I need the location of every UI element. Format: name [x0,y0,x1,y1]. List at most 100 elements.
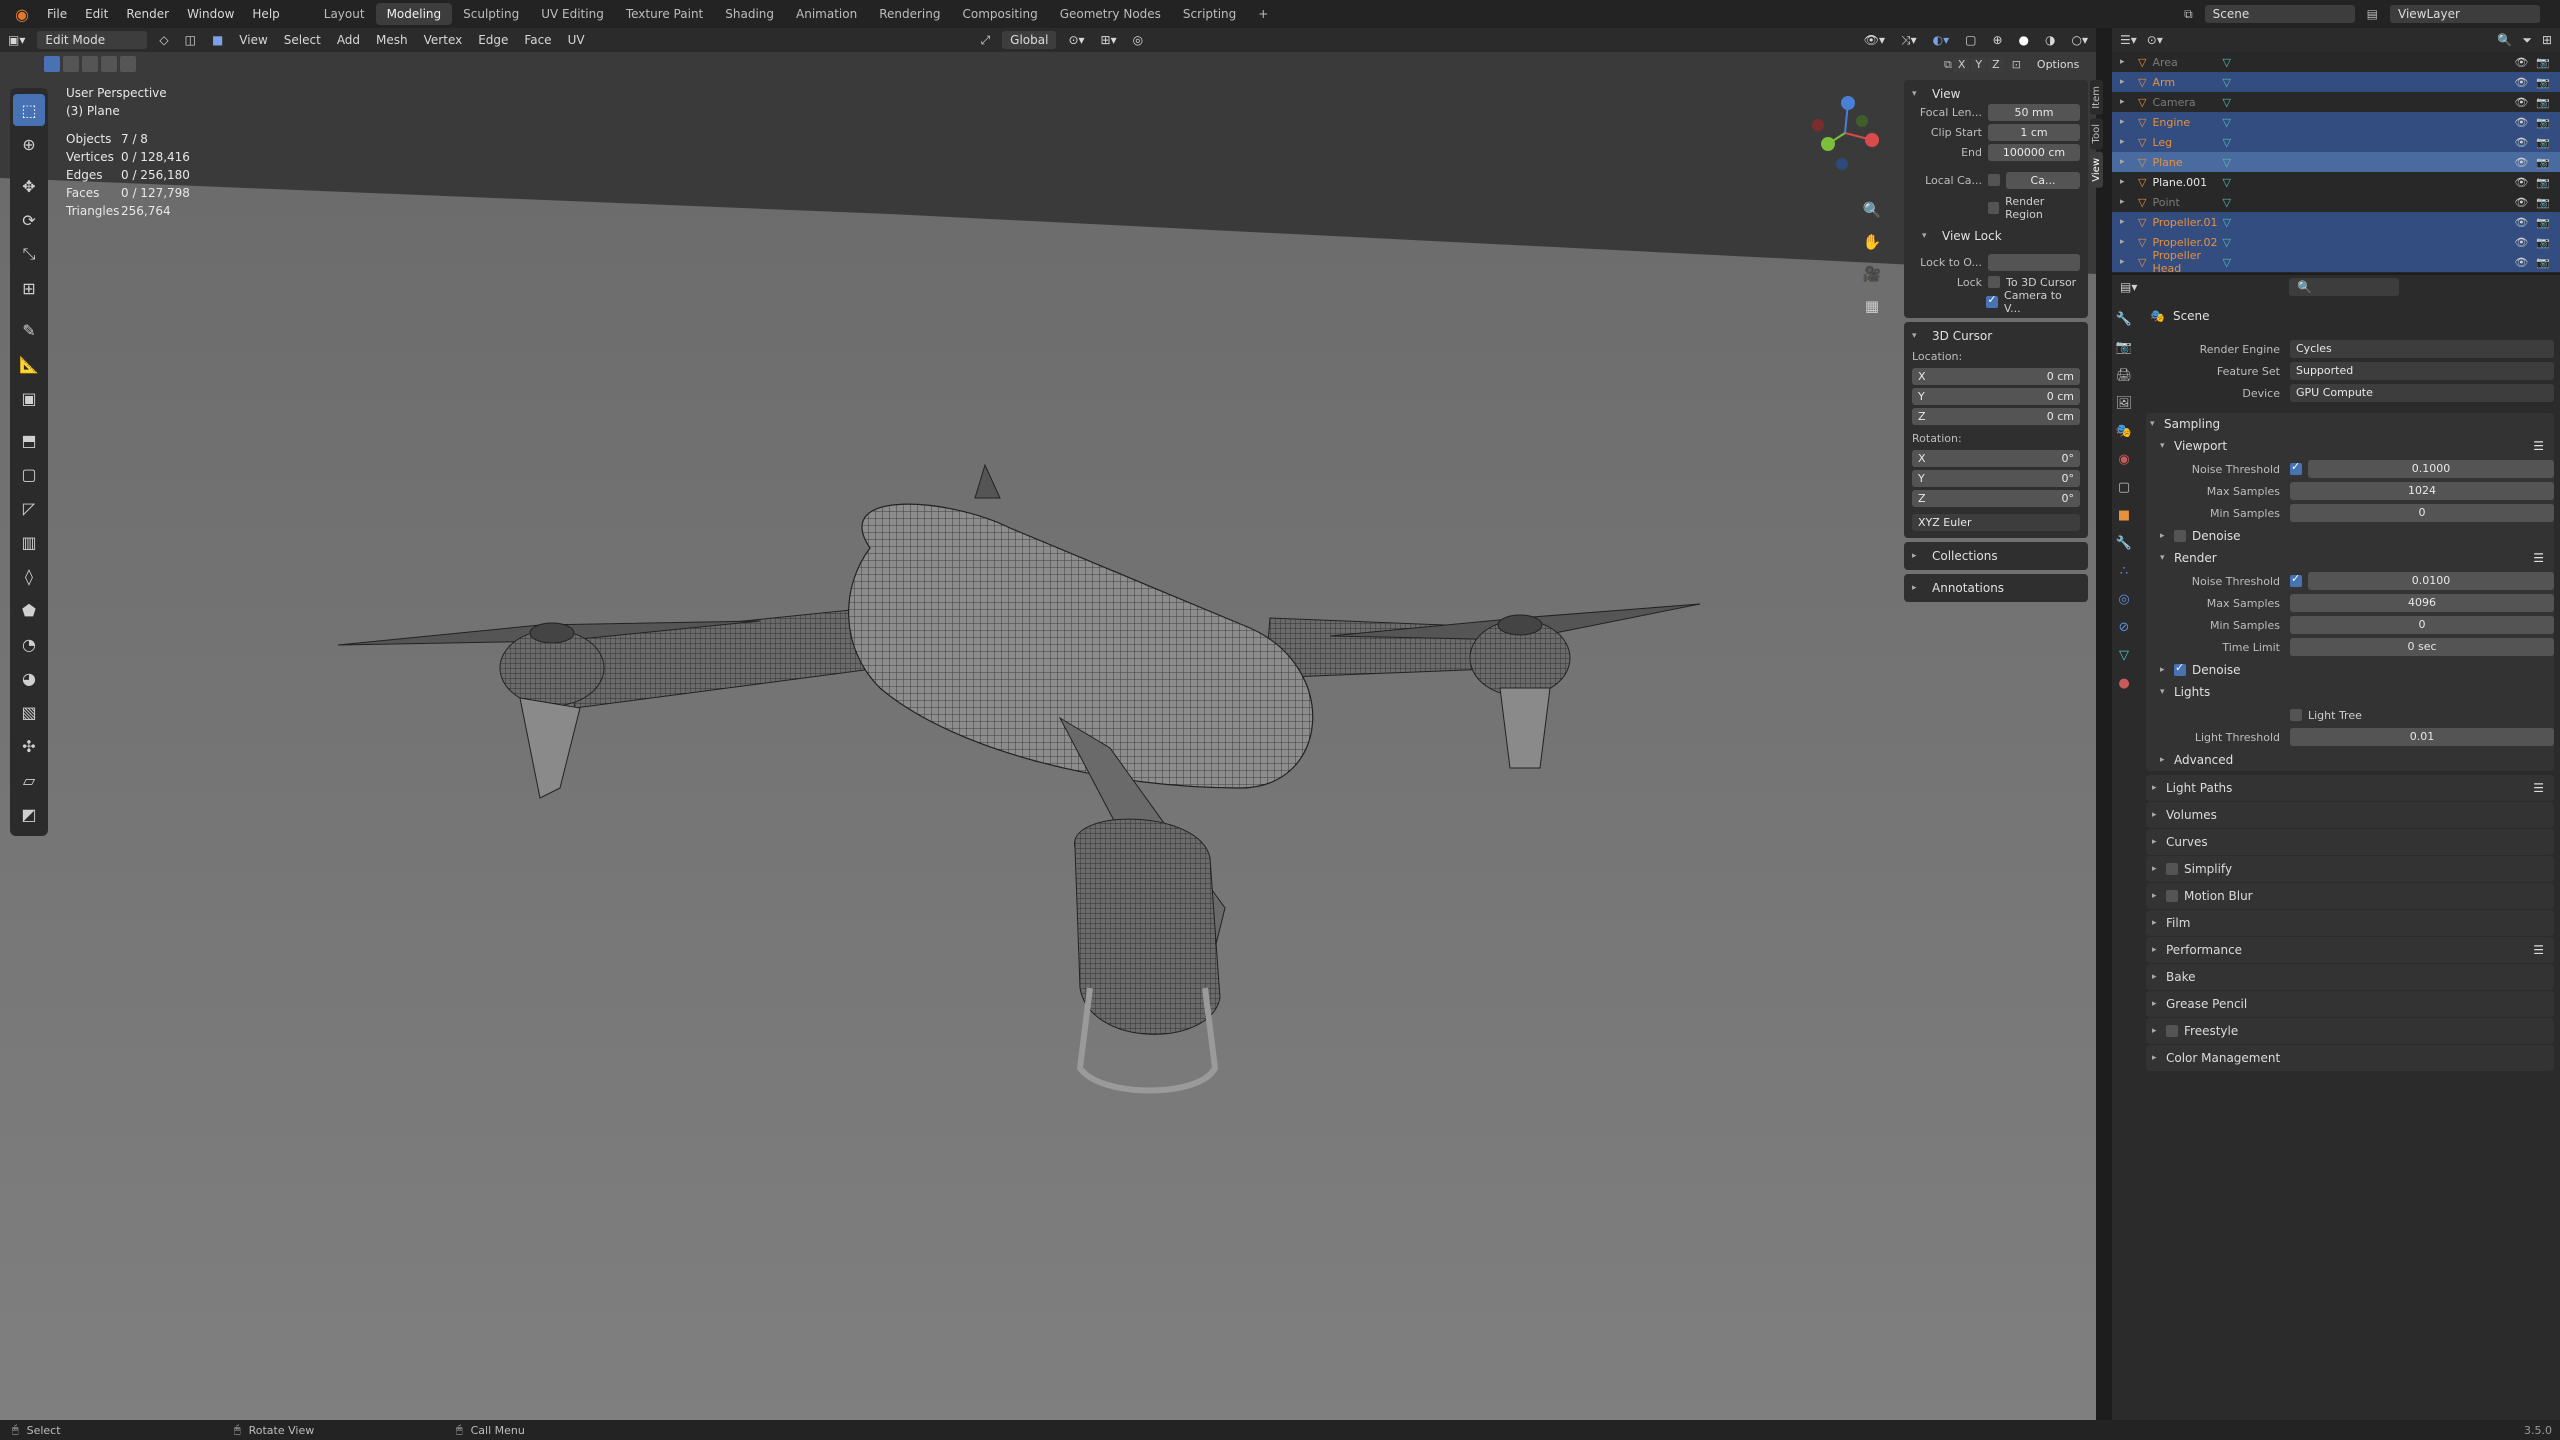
render-camera-icon[interactable]: 📷 [2536,176,2550,189]
zoom-icon[interactable]: 🔍 [1860,198,1884,222]
modifier-tab-icon[interactable]: 🔧 [2112,529,2136,557]
eye-icon[interactable]: 👁 [2514,56,2528,69]
visibility-icon[interactable]: 👁▾ [1856,28,1893,52]
lock-to-object-field[interactable] [1988,253,2080,271]
eye-icon[interactable]: 👁 [2514,196,2528,209]
measure-tool-icon[interactable]: 📐 [13,348,45,380]
expand-chevron-icon[interactable]: ▸ [2120,137,2134,147]
gizmo-icon[interactable]: ⤨▾ [1893,28,1925,52]
panel-freestyle[interactable]: ▸ Freestyle [2146,1018,2554,1045]
select-box-tool-icon[interactable]: ⬚ [13,94,45,126]
3d-viewport[interactable]: ▣▾ Edit Mode ◇ ◫ ■ View Select Add Mesh … [0,28,2096,1420]
outliner-row[interactable]: ▸ ▽ Arm ▽ 👁 📷 [2112,72,2560,92]
panel-simplify[interactable]: ▸ Simplify [2146,856,2554,883]
shading-rendered-icon[interactable]: ○▾ [2064,28,2097,52]
navigation-gizmo[interactable] [1800,88,1890,178]
viewport-max-samples-field[interactable]: 1024 [2290,482,2554,500]
select-mode-edge-icon[interactable]: ◫ [177,28,204,52]
camera-to-view-checkbox[interactable] [1986,293,1999,308]
editor-type-icon[interactable]: ▣▾ [0,28,33,52]
expand-chevron-icon[interactable]: ▸ [2120,77,2134,87]
mesh-data-icon[interactable]: ▽ [2222,116,2230,129]
render-time-limit-field[interactable]: 0 sec [2290,638,2554,656]
panel-film[interactable]: ▸ Film [2146,910,2554,937]
loop-cut-tool-icon[interactable]: ▥ [13,526,45,558]
filter-icon[interactable]: ⏷ [2522,33,2532,48]
panel-light-paths[interactable]: ▸ Light Paths ☰ [2146,775,2554,802]
annotations-panel[interactable]: ▸ Annotations [1904,574,2088,602]
camera-view-icon[interactable]: 🎥 [1860,262,1884,286]
preset-list-icon[interactable]: ☰ [2533,439,2544,453]
eye-icon[interactable]: 👁 [2514,216,2528,229]
particles-tab-icon[interactable]: ∴ [2112,557,2136,585]
cursor-rotation-y[interactable]: Y 0° [1912,469,2080,487]
tool-tab-icon[interactable]: 🔧 [2112,305,2136,333]
eye-icon[interactable]: 👁 [2514,176,2528,189]
expand-chevron-icon[interactable]: ▸ [2120,97,2134,107]
tab-sculpting[interactable]: Sculpting [452,3,530,25]
select-extend-icon[interactable] [63,56,79,72]
mesh-data-icon[interactable]: ▽ [2222,176,2230,189]
poly-build-tool-icon[interactable]: ⬟ [13,594,45,626]
eye-icon[interactable]: 👁 [2514,136,2528,149]
render-camera-icon[interactable]: 📷 [2536,76,2550,89]
cursor-rotation-z[interactable]: Z 0° [1912,489,2080,507]
options-dropdown[interactable]: Options [2037,58,2079,72]
menu-edit[interactable]: Edit [76,0,117,28]
constraints-tab-icon[interactable]: ⊘ [2112,613,2136,641]
render-camera-icon[interactable]: 📷 [2536,96,2550,109]
select-invert-icon[interactable] [101,56,117,72]
eye-icon[interactable]: 👁 [2514,236,2528,249]
render-camera-icon[interactable]: 📷 [2536,156,2550,169]
light-threshold-field[interactable]: 0.01 [2290,728,2554,746]
world-tab-icon[interactable]: ◉ [2112,445,2136,473]
tab-animation[interactable]: Animation [785,3,868,25]
eye-icon[interactable]: 👁 [2514,96,2528,109]
object-tab-icon[interactable]: ■ [2112,501,2136,529]
new-collection-icon[interactable]: ⊞ [2542,33,2552,47]
outliner-search-icon[interactable]: 🔍 [2497,33,2512,47]
add-workspace-button[interactable]: + [1247,3,1279,25]
properties-editor-icon[interactable]: ▤▾ [2120,280,2137,294]
axis-x-toggle[interactable]: X [1953,58,1970,72]
expand-chevron-icon[interactable]: ▸ [2120,57,2134,67]
shading-material-icon[interactable]: ◑ [2037,28,2063,52]
view-lock-header[interactable]: ▾ View Lock [1912,228,2080,244]
menu-edge[interactable]: Edge [470,28,516,52]
smooth-tool-icon[interactable]: ◕ [13,662,45,694]
expand-chevron-icon[interactable]: ▸ [2120,177,2134,187]
render-noise-threshold-checkbox[interactable] [2290,572,2302,587]
viewport-subpanel-header[interactable]: ▾ Viewport ☰ [2146,435,2554,457]
eye-icon[interactable]: 👁 [2514,156,2528,169]
properties-search[interactable]: 🔍 [2289,278,2400,296]
shading-wireframe-icon[interactable]: ⊕ [1984,28,2010,52]
render-region-checkbox[interactable] [1988,202,2000,214]
advanced-subpanel-header[interactable]: ▸ Advanced [2146,749,2554,771]
render-max-samples-field[interactable]: 4096 [2290,594,2554,612]
blender-logo-icon[interactable]: ◉ [10,2,34,26]
outliner-row[interactable]: ▸ ▽ Point ▽ 👁 📷 [2112,192,2560,212]
annotate-tool-icon[interactable]: ✎ [13,314,45,346]
rotate-tool-icon[interactable]: ⟳ [13,204,45,236]
panel-performance[interactable]: ▸ Performance ☰ [2146,937,2554,964]
tab-view[interactable]: View [2090,152,2103,188]
scene-selector[interactable]: Scene [2204,5,2355,23]
render-camera-icon[interactable]: 📷 [2536,136,2550,149]
viewport-noise-threshold-checkbox[interactable] [2290,460,2302,475]
select-subtract-icon[interactable] [82,56,98,72]
proportional-edit-icon[interactable]: ◎ [1125,28,1151,52]
mesh-data-icon[interactable]: ▽ [2222,96,2230,109]
expand-chevron-icon[interactable]: ▸ [2120,257,2134,267]
collection-tab-icon[interactable]: ▢ [2112,473,2136,501]
render-min-samples-field[interactable]: 0 [2290,616,2554,634]
expand-chevron-icon[interactable]: ▸ [2120,217,2134,227]
transform-orientation-selector[interactable]: Global [1002,31,1057,49]
shrink-fatten-tool-icon[interactable]: ✣ [13,730,45,762]
display-mode-icon[interactable]: ⊙▾ [2147,33,2163,47]
render-denoise-header[interactable]: ▸Denoise [2146,659,2554,681]
outliner-row[interactable]: ▸ ▽ Plane.001 ▽ 👁 📷 [2112,172,2560,192]
render-camera-icon[interactable]: 📷 [2536,56,2550,69]
clip-end-field[interactable]: 100000 cm [1988,143,2080,161]
menu-view[interactable]: View [231,28,275,52]
spin-tool-icon[interactable]: ◔ [13,628,45,660]
